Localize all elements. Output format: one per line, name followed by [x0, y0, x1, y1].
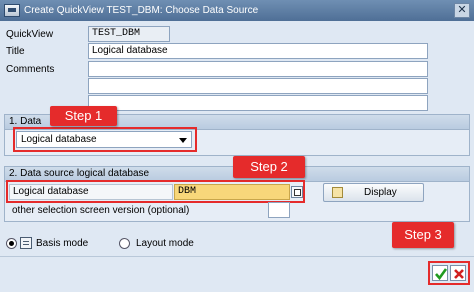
title-label: Title — [6, 46, 25, 57]
basis-mode-radio[interactable] — [6, 238, 17, 249]
window-title-bar: Create QuickView TEST_DBM: Choose Data S… — [0, 0, 474, 21]
quickview-field: TEST_DBM — [88, 26, 170, 42]
layout-mode-label: Layout mode — [136, 238, 194, 249]
step2-callout: Step 2 — [233, 156, 305, 178]
step1-callout: Step 1 — [50, 106, 117, 126]
basis-mode-icon — [20, 237, 32, 249]
step3-highlight-box — [428, 261, 470, 285]
step1-highlight-box — [13, 127, 197, 152]
data-source-group-title: 1. Data — [9, 116, 42, 127]
comments-label: Comments — [6, 64, 55, 75]
logical-database-group-title: 2. Data source logical database — [9, 168, 150, 179]
other-selection-label: other selection screen version (optional… — [12, 205, 190, 216]
window-title: Create QuickView TEST_DBM: Choose Data S… — [24, 5, 259, 16]
step3-callout: Step 3 — [392, 222, 454, 248]
comments-field-2[interactable] — [88, 78, 428, 94]
display-icon — [332, 187, 343, 198]
display-button[interactable]: Display — [323, 183, 424, 202]
window-app-icon — [4, 4, 20, 17]
comments-field-3[interactable] — [88, 95, 428, 111]
quickview-label: QuickView — [6, 29, 54, 40]
step2-highlight-box — [6, 180, 305, 203]
other-selection-field[interactable] — [268, 202, 290, 218]
window-close-icon[interactable]: ✕ — [454, 3, 470, 18]
title-field[interactable]: Logical database — [88, 43, 428, 59]
button-bar — [0, 256, 474, 292]
comments-field-1[interactable] — [88, 61, 428, 77]
layout-mode-radio[interactable] — [119, 238, 130, 249]
basis-mode-label: Basis mode — [36, 238, 89, 249]
